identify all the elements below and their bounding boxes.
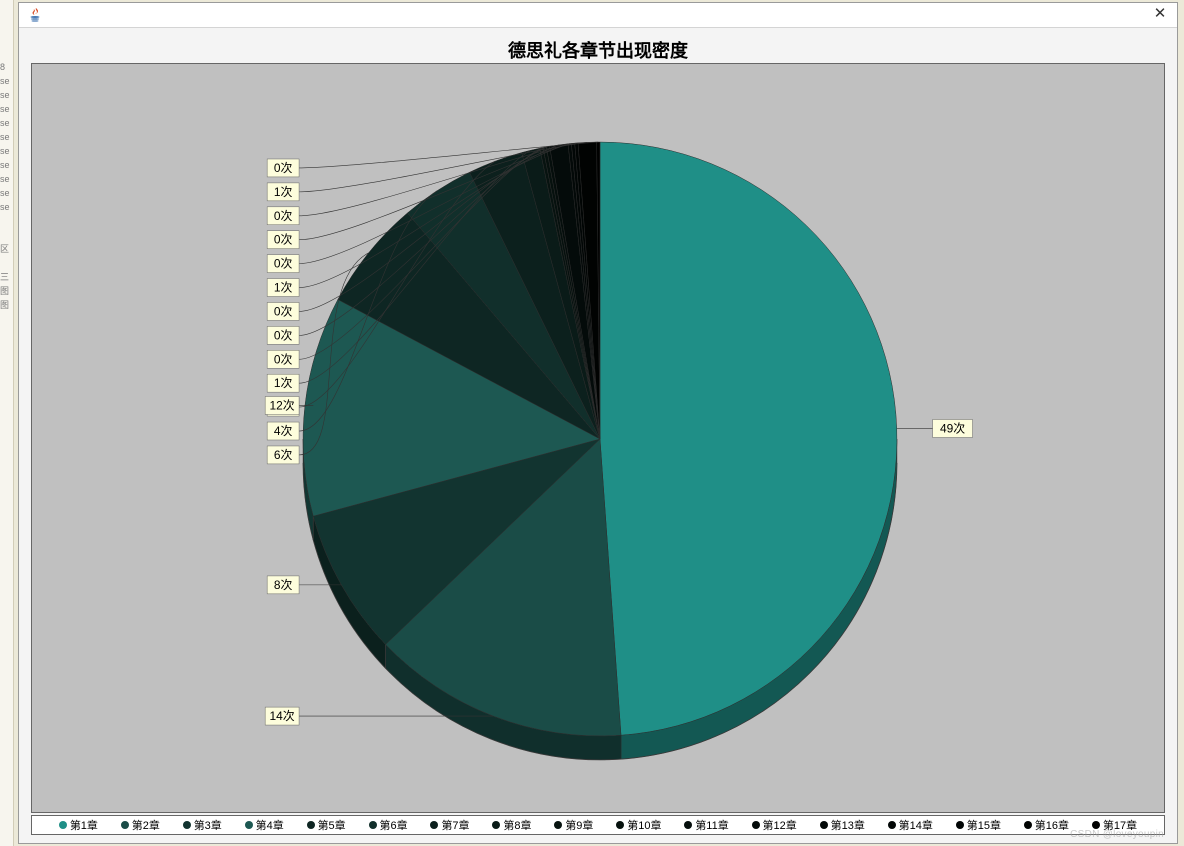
legend-label: 第7章 [441,817,469,833]
background-strip-item: 区 [0,242,13,256]
background-strip-item [0,214,13,228]
legend-label: 第15章 [967,817,1001,833]
legend-item: 第15章 [956,817,1001,833]
background-strip-item: se [0,116,13,130]
legend-item: 第14章 [888,817,933,833]
legend-label: 第2章 [132,817,160,833]
background-strip-item: se [0,102,13,116]
slice-label: 4次 [274,424,293,438]
background-strip-item: se [0,144,13,158]
java-icon [27,7,43,23]
legend-item: 第13章 [820,817,865,833]
legend-label: 第6章 [380,817,408,833]
legend-swatch [888,821,896,829]
legend-swatch [684,821,692,829]
background-strip-item [0,228,13,242]
background-strip-item: se [0,186,13,200]
slice-label: 1次 [274,376,293,390]
legend-label: 第1章 [70,817,98,833]
legend-item: 第2章 [121,817,160,833]
slice-label: 1次 [274,185,293,199]
chart-panel: 德思礼各章节出现密度 49次0次1次0次0次0次1次0次0次0次1次3次4次6次… [27,33,1169,835]
legend-swatch [1092,821,1100,829]
pie-chart: 49次0次1次0次0次0次1次0次0次0次1次3次4次6次12次8次14次 [32,64,1164,812]
legend-swatch [245,821,253,829]
legend-swatch [1024,821,1032,829]
legend-label: 第14章 [899,817,933,833]
chart-plot-area: 49次0次1次0次0次0次1次0次0次0次1次3次4次6次12次8次14次 [31,63,1165,813]
background-window-strip: 8sesesesesesesesesese区三图图 [0,0,14,846]
legend-label: 第12章 [763,817,797,833]
slice-label: 6次 [274,448,293,462]
legend-item: 第12章 [752,817,797,833]
legend-item: 第4章 [245,817,284,833]
legend-item: 第8章 [492,817,531,833]
legend-swatch [820,821,828,829]
legend-label: 第8章 [503,817,531,833]
legend-swatch [307,821,315,829]
legend-item: 第3章 [183,817,222,833]
background-strip-item: se [0,88,13,102]
background-strip-item: 图 [0,298,13,312]
pie-slice [600,142,897,735]
title-bar-left [27,7,49,23]
legend-label: 第16章 [1035,817,1069,833]
legend-item: 第17章 [1092,817,1137,833]
legend-item: 第1章 [59,817,98,833]
slice-label: 0次 [274,161,293,175]
legend-item: 第6章 [369,817,408,833]
slice-label: 0次 [274,304,293,318]
legend-label: 第10章 [627,817,661,833]
legend-swatch [956,821,964,829]
background-strip-item: 图 [0,284,13,298]
legend-swatch [183,821,191,829]
background-strip-item [0,256,13,270]
legend-swatch [430,821,438,829]
legend-swatch [616,821,624,829]
legend-label: 第13章 [831,817,865,833]
background-strip-item: se [0,172,13,186]
chart-legend: 第1章 第2章 第3章 第4章 第5章 第6章 第7章 第8章 第9章 第10章 第11章 第12章 第… [31,815,1165,835]
slice-label: 0次 [274,233,293,247]
legend-swatch [369,821,377,829]
slice-label: 8次 [274,578,293,592]
background-strip-item: se [0,158,13,172]
legend-item: 第7章 [430,817,469,833]
slice-label: 0次 [274,328,293,342]
chart-title: 德思礼各章节出现密度 [27,37,1169,63]
legend-label: 第9章 [565,817,593,833]
slice-label: 0次 [274,257,293,271]
legend-swatch [492,821,500,829]
slice-label: 49次 [940,421,965,435]
background-strip-item: 三 [0,270,13,284]
legend-swatch [554,821,562,829]
legend-item: 第11章 [684,817,728,833]
legend-label: 第3章 [194,817,222,833]
slice-label: 12次 [270,398,295,412]
legend-label: 第5章 [318,817,346,833]
title-bar[interactable]: ✕ [19,3,1177,28]
close-icon[interactable]: ✕ [1151,6,1169,24]
legend-swatch [121,821,129,829]
legend-label: 第11章 [695,817,728,833]
legend-item: 第9章 [554,817,593,833]
legend-swatch [752,821,760,829]
slice-label: 0次 [274,352,293,366]
legend-item: 第5章 [307,817,346,833]
legend-item: 第10章 [616,817,661,833]
background-strip-item: se [0,200,13,214]
slice-label: 1次 [274,281,293,295]
legend-label: 第4章 [256,817,284,833]
legend-item: 第16章 [1024,817,1069,833]
legend-swatch [59,821,67,829]
legend-label: 第17章 [1103,817,1137,833]
background-strip-item: se [0,74,13,88]
background-strip-item: 8 [0,60,13,74]
slice-label: 14次 [270,709,295,723]
background-strip-item: se [0,130,13,144]
java-window: ✕ 德思礼各章节出现密度 49次0次1次0次0次0次1次0次0次0次1次3次4次… [18,2,1178,844]
slice-label: 0次 [274,209,293,223]
